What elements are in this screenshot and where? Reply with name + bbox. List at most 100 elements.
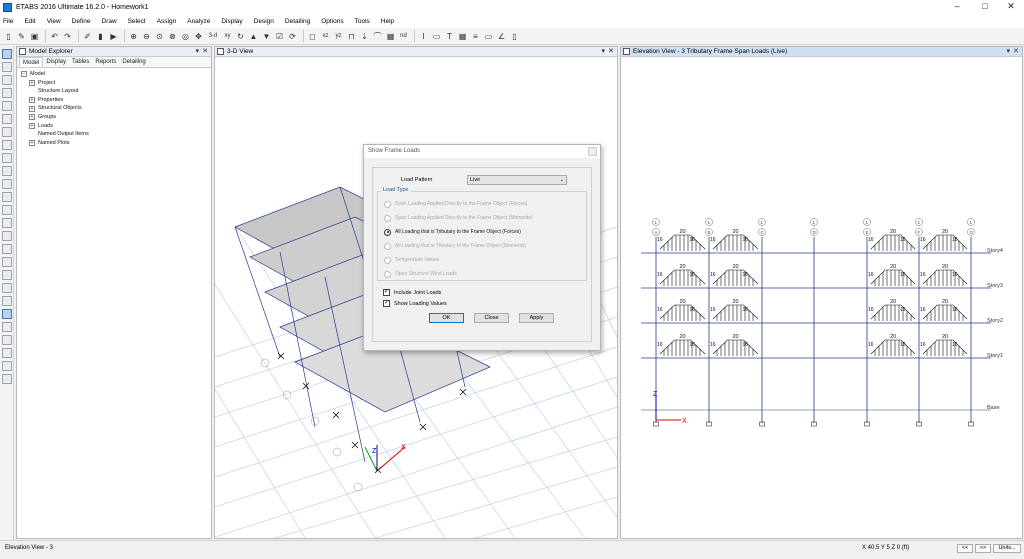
slab-icon[interactable]: ▭ [483, 31, 494, 42]
pointer-tool-icon[interactable] [2, 49, 12, 59]
down-icon[interactable]: ▼ [261, 31, 272, 42]
display-undeformed-icon[interactable]: ⊓ [346, 31, 357, 42]
menu-display[interactable]: Display [221, 18, 242, 25]
menu-detailing[interactable]: Detailing [285, 18, 310, 25]
ok-button[interactable]: OK [429, 313, 464, 323]
menu-design[interactable]: Design [254, 18, 274, 25]
refresh-icon[interactable]: ⟳ [287, 31, 298, 42]
menu-view[interactable]: View [47, 18, 61, 25]
text-i-icon[interactable]: I [418, 31, 429, 42]
menu-draw[interactable]: Draw [101, 18, 116, 25]
units-button[interactable]: Units... [993, 544, 1021, 553]
undo-icon[interactable]: ↶ [49, 31, 60, 42]
expand-icon[interactable]: + [29, 79, 35, 86]
rotate-icon[interactable]: ↻ [235, 31, 246, 42]
wall-icon[interactable]: ≡ [470, 31, 481, 42]
radio-button[interactable] [384, 214, 391, 222]
more-icon[interactable]: ▯ [509, 31, 520, 42]
checkbox[interactable]: ✓ [383, 300, 390, 307]
pencil-icon[interactable]: ✎ [16, 31, 27, 42]
extrude-icon[interactable]: yz [333, 31, 344, 42]
zoom-prev-icon[interactable]: ⊗ [167, 31, 178, 42]
radio-tributary-forces[interactable]: All Loading that is Tributary to the Fra… [384, 225, 586, 239]
close-icon[interactable]: ✕ [608, 47, 614, 57]
tree-node-properties[interactable]: + Properties [21, 96, 211, 105]
close-icon[interactable]: ✕ [202, 47, 208, 57]
tab-reports[interactable]: Reports [92, 57, 119, 67]
close-icon[interactable]: ✕ [1013, 47, 1019, 57]
view-options-icon[interactable]: ☑ [274, 31, 285, 42]
tab-tables[interactable]: Tables [69, 57, 92, 67]
tab-model[interactable]: Model [19, 57, 44, 67]
zoom-all-icon[interactable]: ◎ [180, 31, 191, 42]
brace-icon[interactable]: ∠ [496, 31, 507, 42]
load-pattern-select[interactable]: Live ⌄ [467, 175, 567, 185]
expand-icon[interactable]: + [29, 105, 35, 112]
previous-view-button[interactable]: << [957, 544, 973, 553]
menu-file[interactable]: File [3, 18, 13, 25]
run-icon[interactable]: ▶ [108, 31, 119, 42]
pin-dropdown-icon[interactable]: ▾ [195, 47, 199, 57]
tree-node-structural-objects[interactable]: + Structural Objects [21, 104, 211, 113]
next-view-button[interactable]: >> [975, 544, 991, 553]
lock-icon[interactable]: ▮ [95, 31, 106, 42]
expand-icon[interactable]: + [29, 114, 35, 121]
snap-fine-grid-icon[interactable] [2, 374, 12, 384]
object-shrink-icon[interactable]: ◻ [307, 31, 318, 42]
zoom-out-icon[interactable]: ⊖ [141, 31, 152, 42]
pin-dropdown-icon[interactable]: ▾ [1006, 47, 1010, 57]
radio-span-forces[interactable]: Span Loading Applied Directly to the Fra… [384, 197, 586, 211]
pin-dropdown-icon[interactable]: ▾ [601, 47, 605, 57]
snap-parallel-icon[interactable] [2, 361, 12, 371]
dialog-close-button[interactable] [588, 147, 597, 156]
include-joint-loads-checkbox[interactable]: ✓ Include Joint Loads [373, 287, 591, 298]
select-previous-icon[interactable] [2, 270, 12, 280]
tree-node-structure-layout[interactable]: Structure Layout [21, 87, 211, 96]
display-loads-icon[interactable]: ⇣ [359, 31, 370, 42]
section-i-icon[interactable]: ▭ [431, 31, 442, 42]
radio-button[interactable] [384, 242, 391, 250]
radio-temperature[interactable]: Temperature Values [384, 253, 586, 267]
grid-icon[interactable]: ▦ [457, 31, 468, 42]
tree-node-project[interactable]: + Project [21, 79, 211, 88]
pan-icon[interactable]: ✥ [193, 31, 204, 42]
zoom-in-icon[interactable]: ⊕ [128, 31, 139, 42]
draw-grid-icon[interactable] [2, 205, 12, 215]
draw-brace-icon[interactable] [2, 127, 12, 137]
menu-options[interactable]: Options [321, 18, 343, 25]
save-icon[interactable]: ▣ [29, 31, 40, 42]
menu-analyze[interactable]: Analyze [187, 18, 210, 25]
draw-column-icon[interactable] [2, 114, 12, 124]
minimize-button[interactable]: – [942, 0, 972, 14]
tree-node-groups[interactable]: + Groups [21, 113, 211, 122]
draw-design-strip-icon[interactable] [2, 244, 12, 254]
close-dialog-button[interactable]: Close [474, 313, 509, 323]
draw-opening-icon[interactable] [2, 166, 12, 176]
up-icon[interactable]: ▲ [248, 31, 259, 42]
snap-perpendicular-icon[interactable] [2, 335, 12, 345]
show-loading-values-checkbox[interactable]: ✓ Show Loading Values [373, 298, 591, 309]
clear-selection-icon[interactable] [2, 283, 12, 293]
section-t-icon[interactable]: T [444, 31, 455, 42]
plan-view-icon[interactable]: xy [222, 31, 233, 42]
tree-node-model[interactable]: − Model [21, 70, 211, 79]
draw-dimension-icon[interactable] [2, 218, 12, 228]
elevation-canvas[interactable]: Story4Story3Story2Story1Base1A1B1C1D1E1F… [621, 57, 1022, 538]
snap-intersections-icon[interactable] [2, 322, 12, 332]
tab-detailing[interactable]: Detailing [119, 57, 148, 67]
expand-icon[interactable]: + [29, 122, 35, 129]
draw-floor-icon[interactable] [2, 140, 12, 150]
display-forces-icon[interactable]: ▦ [385, 31, 396, 42]
3d-view-icon[interactable]: 3-d [206, 31, 220, 42]
select-all-icon[interactable] [2, 257, 12, 267]
radio-span-moments[interactable]: Span Loading Applied Directly to the Fra… [384, 211, 586, 225]
snap-joints-icon[interactable] [2, 296, 12, 306]
display-design-icon[interactable]: nd [398, 31, 409, 42]
draw-link-icon[interactable] [2, 179, 12, 189]
display-deformed-icon[interactable]: ⌒ [372, 31, 383, 42]
expand-icon[interactable]: + [29, 140, 35, 147]
radio-button[interactable] [384, 256, 391, 264]
reshape-tool-icon[interactable] [2, 62, 12, 72]
new-icon[interactable]: ▯ [3, 31, 14, 42]
tab-display[interactable]: Display [43, 57, 69, 67]
